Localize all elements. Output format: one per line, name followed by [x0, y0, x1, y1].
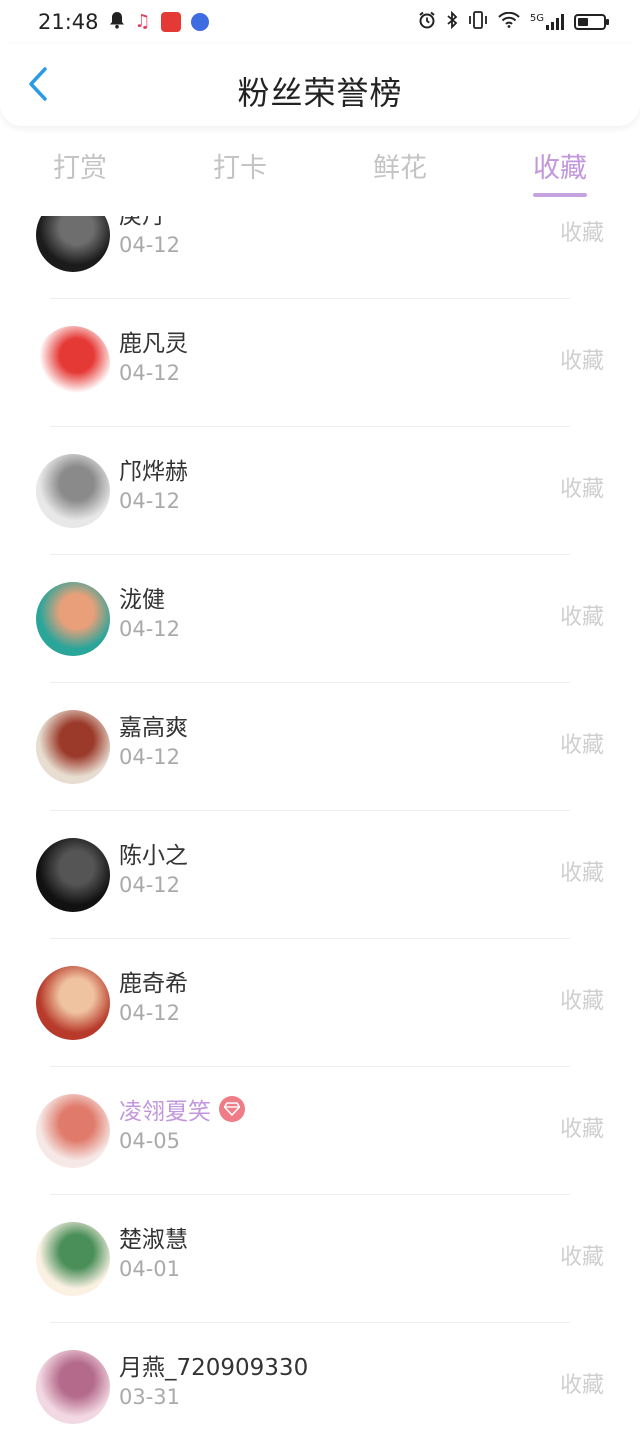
fan-date: 03-31 — [119, 1385, 181, 1409]
fan-name: 陈小之 — [119, 836, 188, 870]
music-app-icon — [190, 13, 209, 31]
fan-date: 04-12 — [119, 233, 181, 257]
status-time: 21:48 — [38, 10, 99, 34]
fan-name: 鹿凡灵 — [119, 324, 188, 358]
fan-name-text: 月燕_720909330 — [119, 1355, 309, 1381]
tab-active-indicator — [533, 193, 587, 197]
list-item[interactable]: 月燕_720909330 03-31 收藏 — [0, 1323, 640, 1433]
list-item[interactable]: 庚丹 04-12 收藏 — [0, 216, 640, 299]
list-item[interactable]: 鹿奇希 04-12 收藏 — [0, 939, 640, 1067]
tab-label: 鲜花 — [373, 153, 427, 184]
wifi-icon — [498, 11, 520, 32]
fan-name-text: 凌翎夏笑 — [119, 1099, 211, 1125]
avatar[interactable] — [36, 326, 110, 400]
list-item[interactable]: 嘉高爽 04-12 收藏 — [0, 683, 640, 811]
list-item[interactable]: 陈小之 04-12 收藏 — [0, 811, 640, 939]
status-right: 5G — [418, 10, 609, 33]
avatar[interactable] — [36, 1094, 110, 1168]
avatar[interactable] — [36, 1222, 110, 1296]
fan-name: 月燕_720909330 — [119, 1348, 308, 1382]
fan-name-text: 泷健 — [119, 587, 165, 613]
page-title: 粉丝荣誉榜 — [237, 74, 403, 112]
avatar[interactable] — [36, 710, 110, 784]
avatar[interactable] — [36, 966, 110, 1040]
action-label: 收藏 — [559, 733, 604, 758]
status-bar: 21:48 ♫ 5G — [0, 0, 640, 44]
list-item[interactable]: 泷健 04-12 收藏 — [0, 555, 640, 683]
fan-name: 凌翎夏笑 — [119, 1092, 245, 1126]
fan-name-text: 鹿奇希 — [119, 971, 188, 997]
fan-name: 邝烨赫 — [119, 452, 188, 486]
action-label: 收藏 — [559, 349, 604, 374]
signal-icon: 5G — [530, 14, 564, 30]
avatar[interactable] — [36, 216, 110, 272]
fan-name: 鹿奇希 — [119, 964, 188, 998]
action-label: 收藏 — [559, 1117, 604, 1142]
avatar[interactable] — [36, 838, 110, 912]
tab-bar: 打赏 打卡 鲜花 收藏 — [0, 140, 640, 200]
bluetooth-icon — [446, 10, 458, 33]
tab-label: 打卡 — [213, 153, 267, 184]
action-label: 收藏 — [559, 221, 604, 246]
app-badge-icon — [160, 12, 181, 32]
fan-date: 04-12 — [119, 745, 181, 769]
fan-name: 嘉高爽 — [119, 708, 188, 742]
vibrate-icon — [468, 11, 488, 33]
fan-date: 04-12 — [119, 1001, 181, 1025]
diamond-icon — [219, 1096, 245, 1122]
tab-1[interactable]: 打卡 — [160, 140, 320, 200]
action-label: 收藏 — [559, 989, 604, 1014]
fan-name-text: 邝烨赫 — [119, 459, 188, 485]
network-label: 5G — [529, 13, 544, 24]
action-label: 收藏 — [559, 1245, 604, 1270]
fan-name: 庚丹 — [119, 216, 165, 230]
alarm-icon — [418, 11, 436, 33]
fan-name-text: 楚淑慧 — [119, 1227, 188, 1253]
tab-2[interactable]: 鲜花 — [320, 140, 480, 200]
battery-icon — [574, 14, 609, 30]
fan-name-text: 庚丹 — [119, 216, 165, 229]
list-item[interactable]: 邝烨赫 04-12 收藏 — [0, 427, 640, 555]
fan-date: 04-12 — [119, 873, 181, 897]
fan-name: 泷健 — [119, 580, 165, 614]
fan-name: 楚淑慧 — [119, 1220, 188, 1254]
list-item[interactable]: 鹿凡灵 04-12 收藏 — [0, 299, 640, 427]
action-label: 收藏 — [559, 1373, 604, 1398]
avatar[interactable] — [36, 454, 110, 528]
fan-date: 04-12 — [119, 489, 181, 513]
tab-3[interactable]: 收藏 — [480, 140, 640, 200]
tab-label: 打赏 — [53, 153, 107, 184]
avatar[interactable] — [36, 1350, 110, 1424]
tab-0[interactable]: 打赏 — [0, 140, 160, 200]
fan-date: 04-01 — [119, 1257, 181, 1281]
bell-icon — [109, 11, 125, 33]
tab-label: 收藏 — [533, 153, 587, 184]
fan-date: 04-12 — [119, 617, 181, 641]
list-item[interactable]: 楚淑慧 04-01 收藏 — [0, 1195, 640, 1323]
music-note-icon: ♫ — [134, 11, 151, 32]
fan-name-text: 陈小之 — [119, 843, 188, 869]
header: 粉丝荣誉榜 — [0, 44, 640, 126]
fan-list: 庚丹 04-12 收藏 鹿凡灵 04-12 收藏 邝烨赫 04-12 收藏 泷健 04-12 收藏 嘉高… — [0, 216, 640, 1433]
action-label: 收藏 — [559, 477, 604, 502]
fan-date: 04-12 — [119, 361, 181, 385]
action-label: 收藏 — [559, 605, 604, 630]
status-left: 21:48 ♫ — [38, 10, 209, 34]
action-label: 收藏 — [559, 861, 604, 886]
fan-name-text: 鹿凡灵 — [119, 331, 188, 357]
avatar[interactable] — [36, 582, 110, 656]
list-item[interactable]: 凌翎夏笑 04-05 收藏 — [0, 1067, 640, 1195]
fan-name-text: 嘉高爽 — [119, 715, 188, 741]
fan-date: 04-05 — [119, 1129, 181, 1153]
